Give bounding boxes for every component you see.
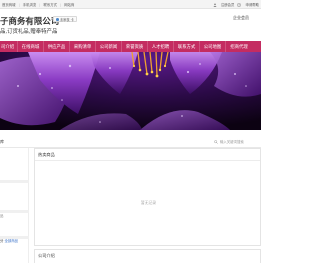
business-scope: 品,订货礼品,赠奉特产品 [0,29,58,35]
divider: | [18,2,20,7]
company-name[interactable]: 子商务有限公司 [0,15,59,27]
register-link[interactable]: 注册会员 [213,2,235,7]
panel-title: 热卖商品 [35,149,260,161]
search-icon[interactable] [214,139,218,144]
nav-about[interactable]: 司介绍 [0,41,18,52]
sidebar-divider [0,210,29,213]
sidebar-divider [0,180,29,183]
content-toolbar: 库 输入关键词搜索 [0,136,261,148]
divider: | [60,2,62,7]
sidebar-link-prefix: 分 [0,239,4,243]
hot-products-panel: 热卖商品 暂无记录 [34,148,261,246]
nav-agency[interactable]: 招商代理 [226,41,252,52]
sidebar-label: 品 [0,214,4,218]
left-section-title: 库 [0,139,4,144]
nav-map[interactable]: 公司地图 [200,41,226,52]
nav-shop[interactable]: 在线商城 [18,41,44,52]
hero-banner [0,52,261,130]
nav-supply[interactable]: 供应产品 [44,41,70,52]
top-link-mobile[interactable]: 手机浏览 [23,2,37,7]
top-utility-bar: 首页商城 | 手机浏览 | 联系方式 | 网站商 注册会员 申请帮助 [0,0,261,9]
nav-contact[interactable]: 联系方式 [174,41,200,52]
company-intro-panel: 公司介绍 [34,249,261,263]
vip-badge: 企业会员 [233,14,249,20]
nav-purchase[interactable]: 采购清单 [70,41,96,52]
register-label: 注册会员 [220,3,235,7]
shield-icon [56,17,59,21]
intro-title: 公司介绍 [38,253,55,258]
help-link[interactable]: 申请帮助 [237,2,259,7]
top-link-site[interactable]: 网站商 [64,2,74,7]
site-header: 子商务有限公司 未审核 卡 品,订货礼品,赠奉特产品 企业会员 [0,9,261,41]
verification-badge[interactable]: 未审核 卡 [53,16,77,22]
site-search[interactable]: 输入关键词搜索 [214,138,261,145]
nav-jobs[interactable]: 人才招聘 [148,41,174,52]
sidebar-link-text[interactable]: 全部商品 [4,239,18,243]
top-right-links: 注册会员 申请帮助 [210,0,259,9]
top-link-home[interactable]: 首页商城 [2,2,16,7]
user-icon [213,3,217,7]
left-sidebar [0,148,29,263]
flower-banner-image [0,52,261,130]
search-input[interactable]: 输入关键词搜索 [220,139,244,144]
top-link-contact[interactable]: 联系方式 [43,2,57,7]
nav-honors[interactable]: 荣誉资质 [122,41,148,52]
help-icon [237,2,242,7]
empty-state-text: 暂无记录 [140,200,157,205]
nav-news[interactable]: 公司新闻 [96,41,122,52]
top-links: 首页商城 | 手机浏览 | 联系方式 | 网站商 [2,0,77,9]
help-label: 申请帮助 [245,3,259,7]
main-nav: 司介绍 在线商城 供应产品 采购清单 公司新闻 荣誉资质 人才招聘 联系方式 公… [0,41,261,52]
sidebar-all-products-link[interactable]: 分 全部商品 [0,238,18,243]
divider: | [39,2,41,7]
verification-label: 未审核 卡 [60,17,74,22]
